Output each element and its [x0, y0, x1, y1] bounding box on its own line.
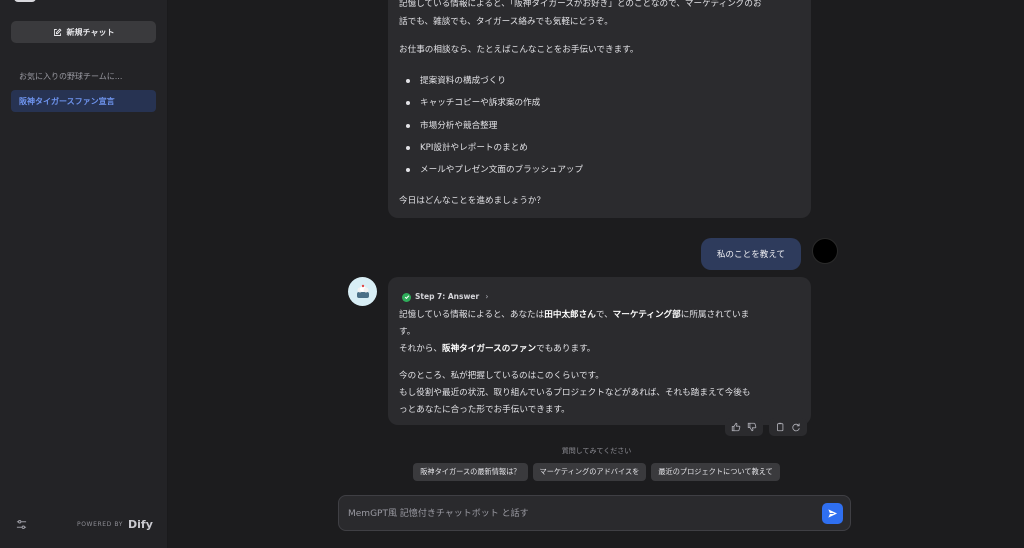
list-item-text: キャッチコピーや訴求案の作成 [420, 98, 541, 108]
list-item: メールやプレゼン文面のブラッシュアップ [406, 162, 583, 178]
workflow-step-toggle[interactable]: Step 7: Answer › [402, 289, 489, 305]
regenerate-icon[interactable] [791, 422, 801, 432]
text-run: で、 [595, 310, 613, 320]
conversation-label: お気に入りの野球チームに... [19, 71, 123, 81]
suggestions-title: 質問してみてください [169, 446, 1024, 456]
list-item: 提案資料の構成づくり [406, 73, 506, 89]
bot-message: 記憶している情報によると、「阪神タイガースがお好き」とのことなので、マーケティン… [388, 0, 811, 218]
message-text: 話でも、雑談でも、タイガース絡みでも気軽にどうぞ。 [399, 17, 613, 27]
suggestion-chip[interactable]: 阪神タイガースの最新情報は？ [413, 463, 528, 481]
thumbs-up-icon[interactable] [731, 422, 741, 432]
sidebar-item-conversation[interactable]: お気に入りの野球チームに... [11, 65, 156, 87]
message-text: す。 [399, 327, 416, 337]
bot-message: Step 7: Answer › 記憶している情報によると、あなたは田中太郎さん… [388, 277, 811, 425]
message-text: 記憶している情報によると、あなたは田中太郎さんで、マーケティング部に所属されてい… [399, 307, 749, 323]
list-item-text: KPI設計やレポートのまとめ [420, 143, 528, 153]
bot-avatar [348, 277, 377, 306]
bullet [406, 101, 410, 105]
brand-logo: Dify [128, 518, 153, 531]
message-text: 記憶している情報によると、「阪神タイガースがお好き」とのことなので、マーケティン… [399, 0, 762, 9]
thumbs-down-icon[interactable] [747, 422, 757, 432]
check-icon [402, 292, 411, 302]
bold-text: マーケティング部 [612, 310, 681, 320]
bullet [406, 146, 410, 150]
sidebar-item-conversation-active[interactable]: 阪神タイガースファン宣言 [11, 90, 156, 112]
message-text: もし役割や最近の状況、取り組んでいるプロジェクトなどがあれば、それも踏まえて今後… [399, 388, 751, 398]
chat-input[interactable] [348, 505, 808, 523]
suggestion-chips: 阪神タイガースの最新情報は？ マーケティングのアドバイスを 最近のプロジェクトに… [169, 463, 1024, 481]
suggestion-chip[interactable]: マーケティングのアドバイスを [532, 463, 647, 481]
edit-icon [53, 27, 62, 36]
settings-sliders-icon[interactable] [16, 519, 27, 530]
app-root: 新規チャット お気に入りの野球チームに... 阪神タイガースファン宣言 POWE… [0, 0, 1024, 548]
copy-icon[interactable] [775, 422, 785, 432]
list-item: 市場分析や競合整理 [406, 118, 497, 134]
message-text: 今のところ、私が把握しているのはこのくらいです。 [399, 371, 604, 381]
text-run: でもあります。 [536, 344, 596, 354]
suggestions-title-text: 質問してみてください [561, 447, 632, 455]
send-button[interactable] [822, 503, 843, 524]
new-chat-button[interactable]: 新規チャット [11, 21, 156, 43]
chat-area: 記憶している情報によると、「阪神タイガースがお好き」とのことなので、マーケティン… [169, 0, 1024, 548]
message-actions [725, 418, 807, 436]
list-item-text: メールやプレゼン文面のブラッシュアップ [420, 165, 584, 175]
user-avatar [812, 238, 838, 264]
user-message: 私のことを教えて [701, 238, 801, 270]
utility-group [769, 418, 807, 436]
list-item-text: 市場分析や競合整理 [420, 121, 498, 131]
send-icon [828, 509, 838, 518]
suggestion-chip[interactable]: 最近のプロジェクトについて教えて [651, 463, 780, 481]
message-text: っとあなたに合った形でお手伝いできます。 [399, 405, 570, 415]
bold-text: 田中太郎さん [544, 310, 596, 320]
powered-by: POWERED BY Dify [77, 518, 153, 531]
sidebar: 新規チャット お気に入りの野球チームに... 阪神タイガースファン宣言 POWE… [0, 0, 168, 548]
bot-icon [356, 284, 369, 298]
app-logo [14, 0, 36, 2]
text-run: 記憶している情報によると、あなたは [399, 310, 545, 320]
list-item: KPI設計やレポートのまとめ [406, 140, 528, 156]
message-text: それから、阪神タイガースのファンでもあります。 [399, 341, 595, 357]
message-text: お仕事の相談なら、たとえばこんなことをお手伝いできます。 [399, 45, 639, 55]
message-text: 今日はどんなことを進めましょうか？ [399, 196, 546, 206]
bold-text: 阪神タイガースのファン [441, 344, 537, 354]
powered-by-text: POWERED BY [77, 521, 124, 528]
text-run: それから、 [399, 344, 442, 354]
bullet [406, 79, 410, 83]
feedback-group [725, 418, 763, 436]
chevron-right-icon: › [485, 292, 489, 301]
bullet [406, 168, 410, 172]
conversation-label: 阪神タイガースファン宣言 [19, 96, 115, 106]
new-chat-label: 新規チャット [66, 27, 115, 37]
list-item: キャッチコピーや訴求案の作成 [406, 95, 540, 111]
bullet [406, 124, 410, 128]
text-run: に所属されていま [680, 310, 750, 320]
user-message-text: 私のことを教えて [716, 250, 786, 260]
chat-input-box [338, 495, 851, 531]
step-label: Step 7: Answer [415, 292, 480, 301]
list-item-text: 提案資料の構成づくり [420, 76, 506, 86]
